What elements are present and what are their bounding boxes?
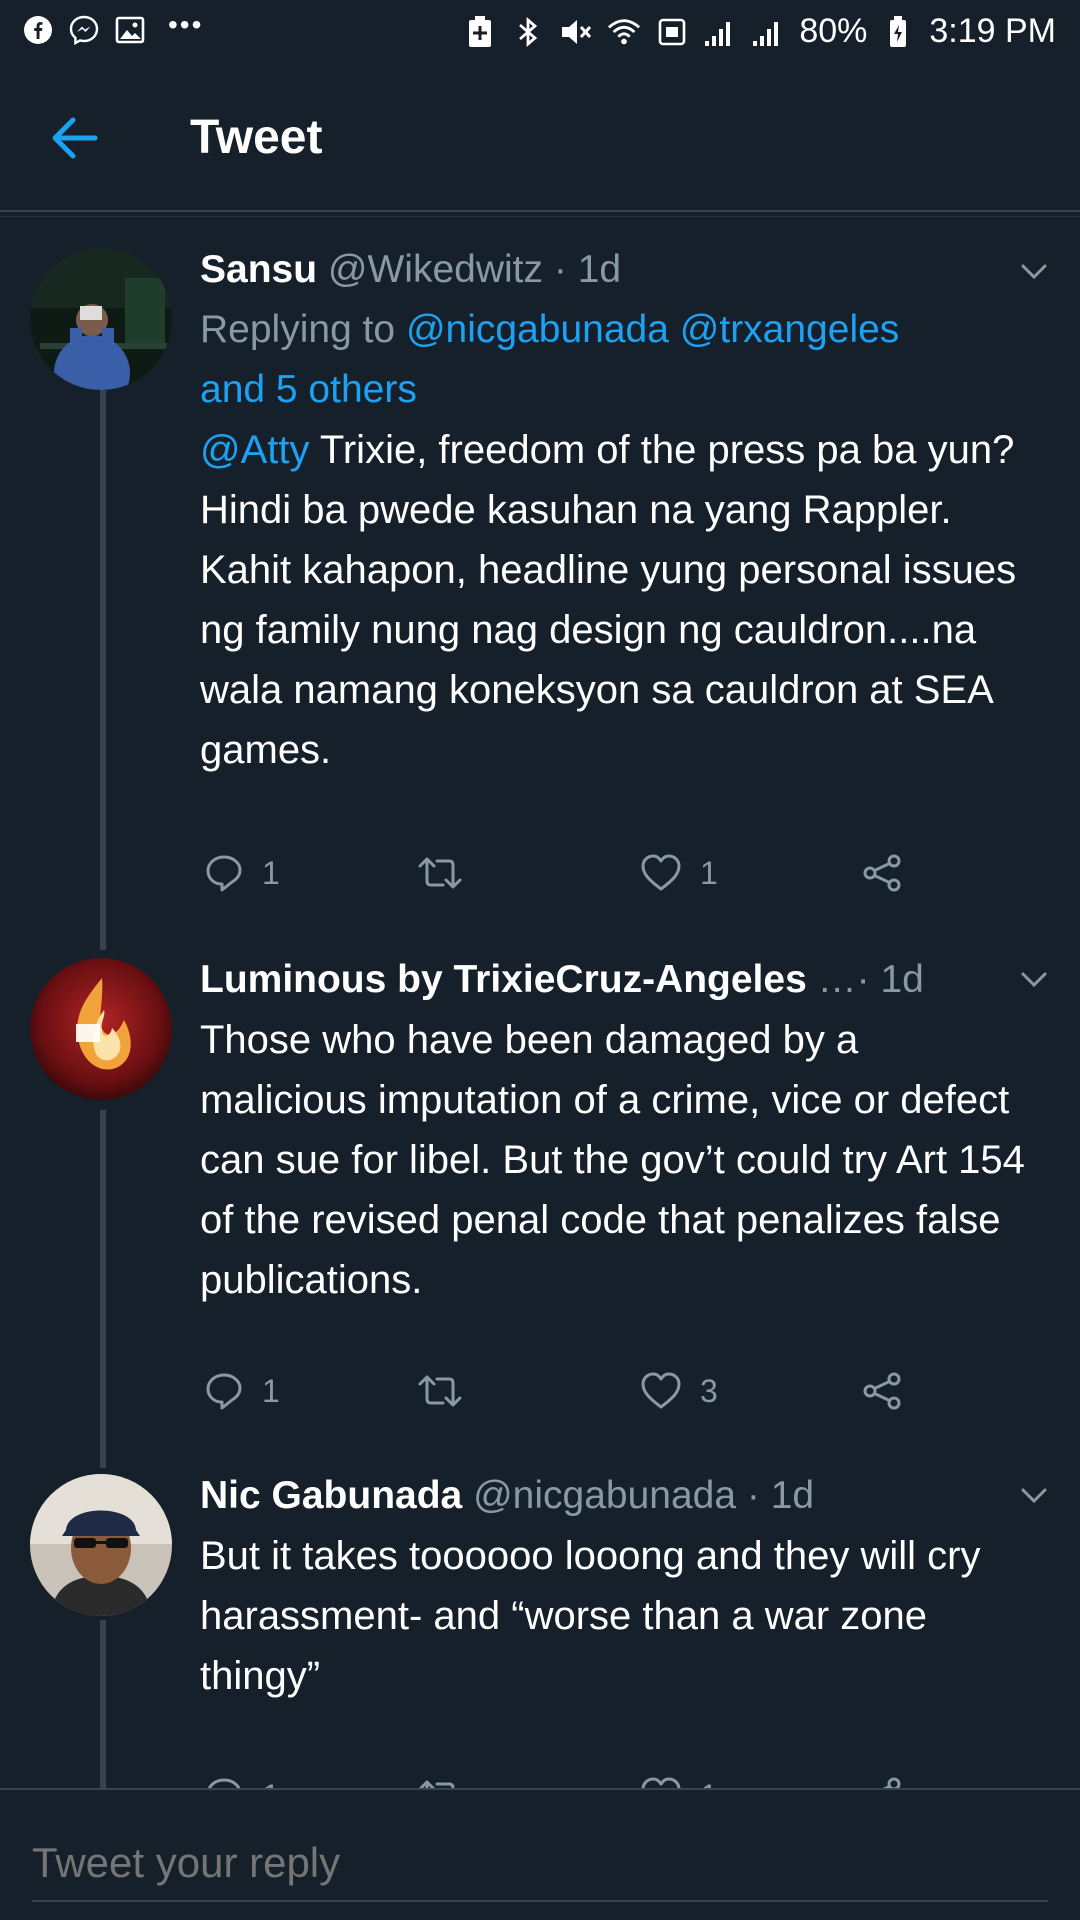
hd-voice-icon (655, 15, 689, 49)
reply-input-underline (32, 1900, 1048, 1902)
tweet-text: @Atty Trixie, freedom of the press pa ba… (200, 420, 1030, 780)
more-notifications-indicator: ••• (168, 9, 204, 40)
thread-line (100, 1620, 106, 1788)
replying-to-handles[interactable]: @nicgabunada @trxangeles (406, 308, 899, 351)
tweet-header: Luminous by TrixieCruz-Angeles …· 1d (200, 950, 1030, 1010)
header-divider (0, 210, 1080, 212)
tweet-time: 1d (880, 958, 924, 1001)
retweet-icon (418, 1375, 462, 1407)
reply-bar-divider (0, 1788, 1080, 1790)
battery-percent: 80% (799, 12, 868, 50)
retweet-icon (418, 857, 462, 889)
reply-count: 1 (262, 854, 280, 891)
battery-saver-icon (463, 15, 497, 49)
reply-count: 1 (262, 1372, 280, 1409)
chevron-down-icon (1021, 972, 1047, 988)
replying-to-label: Replying to (200, 308, 396, 351)
wifi-icon (607, 15, 641, 49)
user-handle[interactable]: @nicgabunada (473, 1474, 736, 1517)
chevron-down-icon (1021, 1488, 1047, 1504)
mention-link[interactable]: @Atty (200, 428, 310, 472)
status-time: 3:19 PM (929, 12, 1056, 50)
tweet-menu-button[interactable] (1014, 1476, 1054, 1516)
reply-composer-bar (0, 1788, 1080, 1920)
share-button[interactable] (860, 843, 904, 903)
reply-icon (206, 855, 242, 892)
avatar[interactable] (30, 248, 172, 390)
replying-to-others[interactable]: and 5 others (200, 368, 417, 411)
signal-icon-2 (751, 15, 785, 49)
reply-button[interactable]: 1 (204, 1361, 280, 1421)
separator-dot: · (553, 248, 567, 291)
image-icon (114, 14, 146, 46)
replying-to: Replying to @nicgabunada @trxangeles and… (200, 300, 1030, 420)
messenger-icon (68, 14, 100, 46)
reply-button[interactable]: 1 (204, 843, 280, 903)
heart-icon (641, 1372, 681, 1409)
arrow-left-icon (52, 117, 98, 159)
battery-icon (881, 15, 915, 49)
like-button[interactable]: 1 (640, 843, 718, 903)
share-button[interactable] (860, 1361, 904, 1421)
separator-dot: · (746, 1474, 760, 1517)
tweet-actions: 1 3 (200, 1361, 920, 1421)
tweet-header: Nic Gabunada @nicgabunada · 1d (200, 1466, 1030, 1526)
heart-icon (641, 854, 681, 891)
reply-icon (206, 1373, 242, 1410)
back-button[interactable] (44, 108, 104, 168)
chevron-down-icon (1021, 264, 1047, 280)
tweet-time: 1d (770, 1474, 815, 1517)
share-icon (863, 1372, 901, 1410)
mute-icon (559, 15, 593, 49)
tweet-text: Those who have been damaged by a malicio… (200, 1018, 1025, 1302)
bluetooth-icon (511, 15, 545, 49)
like-button[interactable]: 3 (640, 1361, 718, 1421)
tweet-text: But it takes toooooo looong and they wil… (200, 1534, 981, 1698)
reply-input[interactable] (32, 1828, 1048, 1898)
page-title: Tweet (190, 111, 323, 164)
share-icon (863, 854, 901, 892)
thread-line (100, 390, 106, 950)
tweet-text-body: Trixie, freedom of the press pa ba yun? … (200, 428, 1017, 772)
avatar[interactable] (30, 1474, 172, 1616)
retweet-button[interactable] (416, 1361, 482, 1421)
app-header: Tweet (0, 64, 1080, 210)
user-handle[interactable]: @Wikedwitz (328, 248, 543, 291)
tweet-menu-button[interactable] (1014, 252, 1054, 292)
signal-icon-1 (703, 15, 737, 49)
tweet-menu-button[interactable] (1014, 960, 1054, 1000)
thread-line (100, 1110, 106, 1468)
display-name[interactable]: Nic Gabunada (200, 1474, 462, 1517)
display-name[interactable]: Luminous by TrixieCruz-Angeles (200, 958, 807, 1001)
tweet-header: Sansu @Wikedwitz · 1d (200, 240, 1030, 300)
tweet-actions: 1 1 (200, 843, 920, 903)
avatar[interactable] (30, 958, 172, 1100)
separator-dot: · (856, 958, 870, 1001)
tweet-time: 1d (577, 248, 622, 291)
status-bar: ••• 80% 3:19 PM (0, 0, 1080, 64)
like-count: 1 (700, 854, 718, 891)
user-handle[interactable]: … (818, 958, 857, 1001)
header-divider-secondary (0, 216, 1080, 217)
display-name[interactable]: Sansu (200, 248, 317, 291)
retweet-button[interactable] (416, 843, 482, 903)
facebook-icon (22, 14, 54, 46)
like-count: 3 (700, 1372, 718, 1409)
